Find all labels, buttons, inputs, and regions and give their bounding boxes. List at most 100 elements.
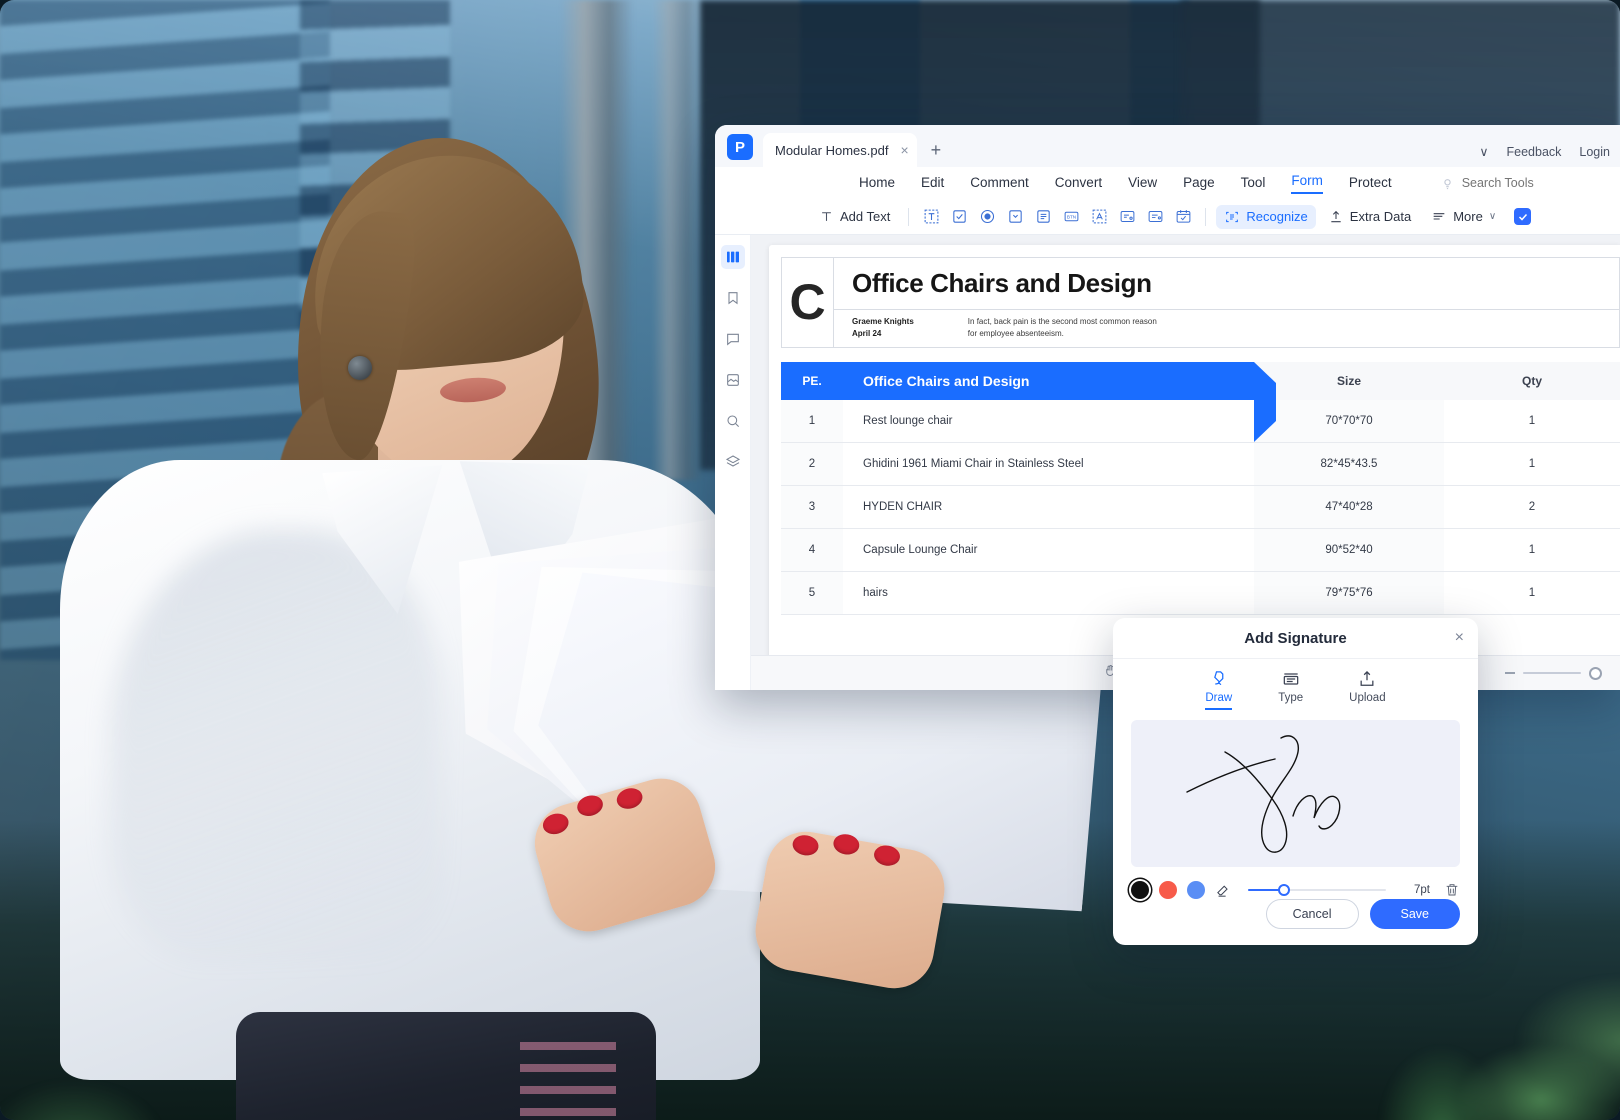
zoom-control[interactable] bbox=[1505, 666, 1602, 680]
zoom-slider-track[interactable] bbox=[1523, 672, 1581, 674]
dialog-actions: Cancel Save bbox=[1113, 899, 1478, 945]
combo-box-field-icon[interactable] bbox=[1003, 205, 1027, 229]
text-field-icon[interactable] bbox=[919, 205, 943, 229]
sidebar-item-bookmarks-panel[interactable] bbox=[721, 286, 745, 310]
color-swatch-black[interactable] bbox=[1131, 881, 1149, 899]
comment-icon bbox=[726, 333, 739, 346]
cell-qty: 1 bbox=[1444, 442, 1620, 486]
recognize-button[interactable]: Recognize bbox=[1216, 204, 1316, 229]
table-row[interactable]: 1 Rest lounge chair 70*70*70 1 bbox=[781, 399, 1620, 443]
sidebar-item-thumbnails-panel[interactable] bbox=[720, 245, 745, 269]
image-field-icon[interactable] bbox=[1115, 205, 1139, 229]
search-input[interactable] bbox=[1461, 176, 1572, 190]
close-icon[interactable]: × bbox=[1455, 630, 1464, 646]
add-text-label: Add Text bbox=[840, 209, 891, 224]
sidebar-item-search-panel[interactable] bbox=[721, 409, 745, 433]
extra-data-button[interactable]: Extra Data bbox=[1320, 205, 1419, 229]
cell-name: Ghidini 1961 Miami Chair in Stainless St… bbox=[843, 442, 1254, 486]
slider-knob[interactable] bbox=[1278, 884, 1291, 896]
table-row[interactable]: 5 hairs 79*75*76 1 bbox=[781, 571, 1620, 615]
sidebar-item-layers-panel[interactable] bbox=[721, 450, 745, 474]
tab-draw-label: Draw bbox=[1205, 692, 1233, 705]
push-button-field-icon[interactable]: BTN bbox=[1059, 205, 1083, 229]
zoom-slider-knob[interactable] bbox=[1589, 666, 1602, 680]
cell-pe: 5 bbox=[781, 571, 843, 615]
date-field-icon[interactable] bbox=[1171, 205, 1195, 229]
cell-size: 47*40*28 bbox=[1254, 485, 1444, 529]
login-link[interactable]: Login bbox=[1579, 145, 1610, 159]
upload-icon bbox=[1360, 671, 1374, 687]
signature-drawing-pad[interactable] bbox=[1131, 720, 1460, 867]
signature-field-icon[interactable] bbox=[1087, 205, 1111, 229]
add-text-icon bbox=[822, 212, 831, 221]
trash-icon[interactable] bbox=[1444, 882, 1460, 898]
radio-button-field-icon[interactable] bbox=[975, 205, 999, 229]
color-swatch-blue[interactable] bbox=[1187, 881, 1205, 899]
menu-view[interactable]: View bbox=[1128, 175, 1157, 192]
cell-name: Capsule Lounge Chair bbox=[843, 528, 1254, 572]
tab-title: Modular Homes.pdf bbox=[775, 142, 889, 158]
tab-upload[interactable]: Upload bbox=[1349, 669, 1386, 710]
table-row[interactable]: 3 HYDEN CHAIR 47*40*28 2 bbox=[781, 485, 1620, 529]
recognize-label: Recognize bbox=[1246, 209, 1308, 224]
cell-qty: 1 bbox=[1444, 528, 1620, 572]
search-tools-group[interactable] bbox=[1440, 176, 1572, 191]
titlebar-right-group: ∨ Feedback Login bbox=[1479, 144, 1610, 160]
left-sidebar bbox=[715, 235, 751, 690]
author-name: Graeme Knights bbox=[852, 317, 914, 326]
tab-draw[interactable]: Draw bbox=[1205, 669, 1233, 711]
thickness-slider[interactable] bbox=[1248, 884, 1386, 896]
menu-form[interactable]: Form bbox=[1291, 173, 1323, 194]
header-size: Size bbox=[1254, 361, 1444, 400]
cancel-button[interactable]: Cancel bbox=[1265, 899, 1359, 929]
header-pe: PE. bbox=[781, 361, 843, 400]
save-button[interactable]: Save bbox=[1369, 899, 1460, 929]
layers-icon bbox=[725, 455, 740, 467]
list-box-field-icon[interactable] bbox=[1031, 205, 1055, 229]
chairs-table: PE. Office Chairs and Design Size Qty 1 … bbox=[781, 361, 1620, 615]
more-lines-icon bbox=[1433, 212, 1445, 220]
eraser-icon[interactable] bbox=[1215, 882, 1232, 899]
draw-pen-icon bbox=[1213, 671, 1224, 686]
tab-upload-label: Upload bbox=[1349, 692, 1386, 705]
collapse-ribbon-icon[interactable]: ∨ bbox=[1479, 144, 1488, 159]
upload-arrow-icon bbox=[1331, 210, 1341, 222]
panels-icon bbox=[726, 251, 739, 263]
zoom-out-icon[interactable] bbox=[1505, 672, 1515, 674]
signature-tools: 7pt bbox=[1113, 867, 1478, 899]
form-toolbar: Add Text BTN Recognize Extra Data More ∨ bbox=[715, 199, 1620, 235]
checkbox-field-icon[interactable] bbox=[947, 205, 971, 229]
new-tab-icon[interactable]: + bbox=[931, 140, 942, 161]
close-tab-icon[interactable]: × bbox=[900, 142, 908, 158]
menu-convert[interactable]: Convert bbox=[1055, 175, 1102, 192]
cell-pe: 4 bbox=[781, 528, 843, 572]
table-row[interactable]: 4 Capsule Lounge Chair 90*52*40 1 bbox=[781, 528, 1620, 572]
signature-mode-tabs: Draw Type Upload bbox=[1113, 659, 1478, 711]
document-tab[interactable]: Modular Homes.pdf × bbox=[763, 133, 917, 167]
cell-size: 82*45*43.5 bbox=[1254, 442, 1444, 486]
menu-protect[interactable]: Protect bbox=[1349, 175, 1392, 192]
menu-tool[interactable]: Tool bbox=[1241, 175, 1266, 192]
select-all-checkbox[interactable] bbox=[1514, 208, 1532, 225]
note-line-1: In fact, back pain is the second most co… bbox=[967, 317, 1157, 326]
thickness-value: 7pt bbox=[1414, 884, 1430, 896]
color-swatch-red[interactable] bbox=[1159, 881, 1177, 899]
menu-home[interactable]: Home bbox=[859, 175, 895, 192]
add-text-button[interactable]: Add Text bbox=[811, 205, 898, 228]
cell-qty: 1 bbox=[1444, 571, 1620, 615]
sidebar-item-comments-panel[interactable] bbox=[721, 327, 745, 351]
more-button[interactable]: More ∨ bbox=[1423, 205, 1504, 229]
image-field-icon-2[interactable] bbox=[1143, 205, 1167, 229]
table-row[interactable]: 2 Ghidini 1961 Miami Chair in Stainless … bbox=[781, 442, 1620, 486]
cell-name: hairs bbox=[843, 571, 1254, 615]
document-header: C Office Chairs and Design Graeme Knight… bbox=[781, 257, 1620, 348]
menu-comment[interactable]: Comment bbox=[970, 175, 1029, 192]
feedback-link[interactable]: Feedback bbox=[1507, 145, 1562, 159]
menu-page[interactable]: Page bbox=[1183, 175, 1215, 192]
tab-type[interactable]: Type bbox=[1278, 669, 1303, 710]
menu-edit[interactable]: Edit bbox=[921, 175, 944, 192]
table-header-row: PE. Office Chairs and Design Size Qty bbox=[781, 361, 1620, 442]
sidebar-item-attachments-panel[interactable] bbox=[721, 368, 745, 392]
more-label: More bbox=[1453, 209, 1483, 224]
bookmark-icon bbox=[727, 292, 738, 305]
